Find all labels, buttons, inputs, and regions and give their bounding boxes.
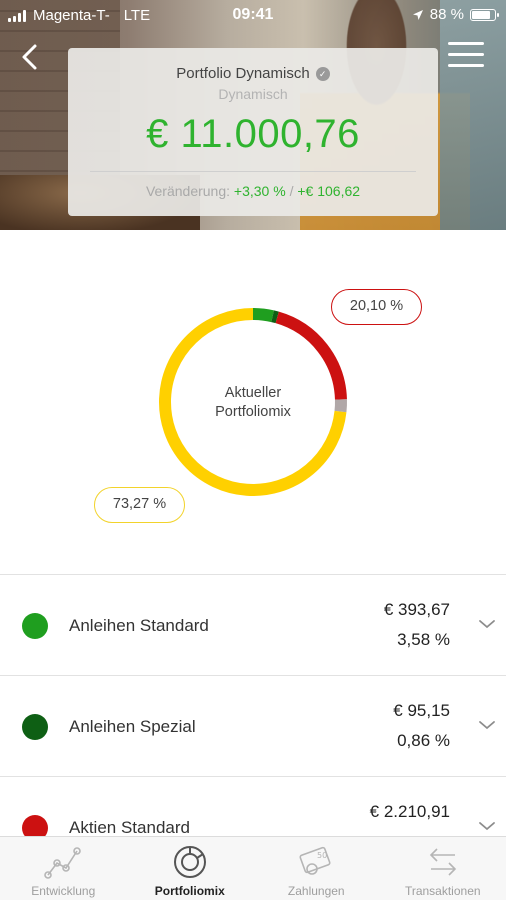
chevron-down-icon[interactable] [478, 718, 496, 732]
donut-center-line2: Portfoliomix [215, 404, 291, 420]
back-button[interactable] [14, 40, 48, 74]
donut-slice-anleihen-spezial[interactable] [271, 310, 279, 324]
status-bar: Magenta-T- LTE 09:41 88 % [0, 0, 506, 30]
chevron-left-icon [22, 44, 37, 70]
donut-slice-anleihen-standard[interactable] [252, 308, 274, 323]
donut-center-line1: Aktueller [224, 385, 282, 401]
asset-percent: 0,86 % [397, 731, 450, 750]
change-separator: / [289, 183, 294, 199]
payment-cash-icon: 50 [299, 846, 331, 875]
change-percent: +3,30 % [233, 183, 286, 199]
portfolio-value: € 11.000,76 [146, 112, 360, 156]
asset-name: Anleihen Standard [69, 616, 209, 635]
photo-window [440, 0, 506, 230]
portfolio-name: Portfolio Dynamisch [176, 65, 310, 82]
asset-percent: 3,58 % [397, 630, 450, 649]
battery-percent: 88 % [429, 6, 464, 23]
asset-value: € 2.210,91 [369, 802, 450, 821]
tab-zahlungen[interactable]: 50 Zahlungen [253, 837, 380, 900]
portfolio-type: Dynamisch [218, 86, 288, 102]
check-badge-icon: ✓ [315, 66, 330, 81]
list-item-anleihen-spezial[interactable]: Anleihen Spezial € 95,15 0,86 % [0, 676, 506, 777]
menu-button[interactable] [448, 42, 484, 70]
tab-label: Zahlungen [287, 884, 345, 898]
portfolio-summary-card: Portfolio Dynamisch ✓ Dynamisch € 11.000… [68, 48, 438, 216]
change-label: Veränderung: [145, 183, 231, 199]
donut-slice-aktien-spezial[interactable] [334, 399, 347, 413]
tab-bar: Entwicklung Portfoliomix 50 Zahlungen Tr… [0, 836, 506, 900]
asset-value: € 393,67 [383, 600, 450, 619]
color-dot-icon [22, 815, 48, 836]
chevron-down-icon[interactable] [478, 819, 496, 833]
tab-entwicklung[interactable]: Entwicklung [0, 837, 127, 900]
tab-label: Entwicklung [31, 884, 96, 898]
color-dot-icon [22, 613, 48, 639]
tab-label: Transaktionen [404, 884, 481, 898]
donut-center-label: Aktueller Portfoliomix [178, 384, 328, 422]
callout-largest-segment: 73,27 % [94, 487, 185, 523]
status-right: 88 % [412, 6, 499, 23]
portfolio-title-row: Portfolio Dynamisch ✓ [68, 65, 438, 82]
portfolio-mix-chart: Aktueller Portfoliomix [0, 230, 506, 575]
portfolio-donut-icon [173, 846, 206, 878]
asset-name: Anleihen Spezial [69, 717, 196, 736]
tab-transaktionen[interactable]: Transaktionen [380, 837, 506, 900]
chart-line-icon [44, 847, 82, 879]
list-item-anleihen-standard[interactable]: Anleihen Standard € 393,67 3,58 % [0, 575, 506, 676]
tab-portfoliomix[interactable]: Portfoliomix [127, 837, 254, 900]
color-dot-icon [22, 714, 48, 740]
asset-name: Aktien Standard [69, 818, 190, 836]
svg-text:50: 50 [317, 851, 327, 860]
card-divider [90, 171, 416, 172]
menu-icon [448, 42, 484, 45]
asset-value: € 95,15 [393, 701, 450, 720]
tab-label: Portfoliomix [154, 884, 225, 898]
portfolio-change: Veränderung: +3,30 % / +€ 106,62 [68, 183, 438, 199]
callout-aktien-standard: 20,10 % [331, 289, 422, 325]
asset-list: Anleihen Standard € 393,67 3,58 % Anleih… [0, 574, 506, 836]
chevron-down-icon[interactable] [478, 617, 496, 631]
change-amount: +€ 106,62 [297, 183, 361, 199]
location-arrow-icon [412, 9, 423, 20]
battery-icon [470, 8, 499, 21]
transfer-arrows-icon [429, 848, 456, 876]
list-item-aktien-standard[interactable]: Aktien Standard € 2.210,91 [0, 777, 506, 836]
